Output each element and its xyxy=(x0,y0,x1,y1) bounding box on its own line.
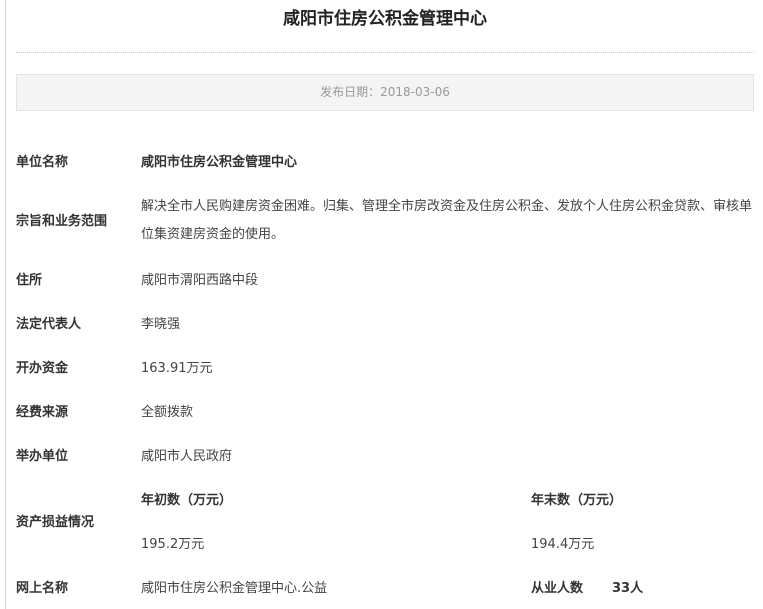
unit-name-value: 咸阳市住房公积金管理中心 xyxy=(141,155,298,170)
purpose-value: 解决全市人民购建房资金困难。归集、管理全市房改资金及住房公积金、发放个人住房公积… xyxy=(141,199,753,242)
capital-label: 开办资金 xyxy=(16,361,69,376)
purpose-label: 宗旨和业务范围 xyxy=(16,214,108,229)
publish-date-bar: 发布日期：2018-03-06 xyxy=(16,74,754,111)
staff-count-value: 33人 xyxy=(612,581,644,596)
address-label: 住所 xyxy=(16,273,43,288)
funding-label: 经费来源 xyxy=(16,405,69,420)
unit-name-label: 单位名称 xyxy=(16,155,69,170)
title-divider xyxy=(16,52,754,53)
address-value: 咸阳市渭阳西路中段 xyxy=(141,273,259,288)
capital-value: 163.91万元 xyxy=(141,361,213,376)
sponsor-value: 咸阳市人民政府 xyxy=(141,449,233,464)
left-border-line xyxy=(5,0,6,609)
web-name-value: 咸阳市住房公积金管理中心.公益 xyxy=(141,581,328,596)
assets-end-value: 194.4万元 xyxy=(531,537,595,552)
assets-begin-value: 195.2万元 xyxy=(141,537,205,552)
assets-begin-heading: 年初数（万元） xyxy=(141,493,233,508)
assets-end-heading: 年末数（万元） xyxy=(531,493,623,508)
funding-value: 全额拨款 xyxy=(141,405,194,420)
sponsor-label: 举办单位 xyxy=(16,449,69,464)
assets-label: 资产损益情况 xyxy=(16,515,95,530)
legal-rep-value: 李晓强 xyxy=(141,317,181,332)
page-title: 咸阳市住房公积金管理中心 xyxy=(283,9,487,29)
legal-rep-label: 法定代表人 xyxy=(16,317,82,332)
staff-count-label: 从业人数 xyxy=(531,581,584,596)
web-name-label: 网上名称 xyxy=(16,581,69,596)
